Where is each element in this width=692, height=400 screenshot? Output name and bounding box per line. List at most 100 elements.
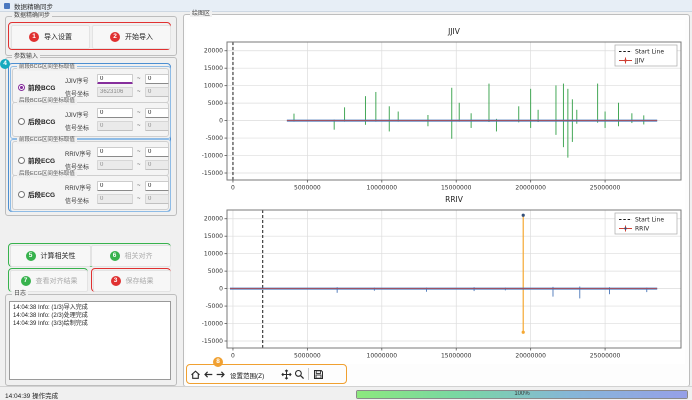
jjiv-index-start-input[interactable] bbox=[97, 74, 133, 84]
svg-text:Start Line: Start Line bbox=[635, 49, 664, 56]
rriv-index-end-input[interactable] bbox=[145, 181, 169, 191]
tilde: ~ bbox=[137, 162, 141, 168]
save-result-label: 保存结果 bbox=[126, 276, 154, 286]
svg-text:-10000: -10000 bbox=[202, 321, 223, 328]
signal-coord-start-input bbox=[97, 87, 133, 97]
svg-text:JJIV: JJIV bbox=[447, 27, 461, 36]
section-title: 前段BCG区间坐标取值 bbox=[17, 65, 77, 71]
radio-circle-icon bbox=[18, 191, 25, 198]
save-icon[interactable] bbox=[312, 368, 324, 380]
section-title: 后段BCG区间坐标取值 bbox=[17, 99, 77, 105]
svg-text:10000: 10000 bbox=[204, 83, 223, 90]
rriv-chart: RRIV050000001000000015000000200000002500… bbox=[186, 192, 685, 362]
section-title: 前段ECG区间坐标取值 bbox=[17, 138, 77, 144]
radio-circle-icon bbox=[18, 84, 25, 91]
field-label: RRIV序号 bbox=[65, 149, 97, 158]
correlation-align-button[interactable]: 6 相关对齐 bbox=[91, 245, 171, 267]
svg-text:0: 0 bbox=[219, 118, 223, 125]
section-title: 后段ECG区间坐标取值 bbox=[17, 172, 77, 178]
status-text: 14:04:39 操作完成 bbox=[5, 390, 58, 400]
svg-text:5000000: 5000000 bbox=[294, 185, 321, 191]
status-bar: 14:04:39 操作完成 100% bbox=[0, 386, 692, 400]
step-badge-5: 5 bbox=[26, 251, 36, 261]
svg-text:-5000: -5000 bbox=[206, 303, 224, 310]
svg-text:0: 0 bbox=[231, 185, 235, 191]
tilde: ~ bbox=[137, 183, 141, 189]
compute-correlation-label: 计算相关性 bbox=[41, 251, 76, 261]
step-badge-2: 2 bbox=[110, 32, 120, 42]
compute-correlation-button[interactable]: 5 计算相关性 bbox=[10, 245, 91, 267]
progress-percent: 100% bbox=[357, 391, 687, 397]
window-title: 数据精确同步 bbox=[14, 1, 53, 11]
svg-text:15000000: 15000000 bbox=[441, 185, 472, 191]
radio-label: 前段ECG bbox=[28, 155, 55, 165]
signal-coord-end-input bbox=[145, 194, 169, 204]
step-badge-1: 1 bbox=[29, 32, 39, 42]
progress-bar: 100% bbox=[356, 390, 688, 399]
radio-circle-icon bbox=[18, 118, 25, 125]
svg-text:JJIV: JJIV bbox=[634, 58, 645, 65]
svg-text:RRIV: RRIV bbox=[445, 195, 464, 204]
signal-coord-start-input bbox=[97, 194, 133, 204]
rriv-index-start-input[interactable] bbox=[97, 181, 133, 191]
forward-icon[interactable] bbox=[214, 368, 226, 380]
rriv-index-start-input[interactable] bbox=[97, 147, 133, 157]
svg-text:-15000: -15000 bbox=[202, 170, 223, 177]
home-icon[interactable] bbox=[189, 368, 201, 380]
svg-text:0: 0 bbox=[231, 353, 235, 360]
signal-coord-start-input bbox=[97, 121, 133, 131]
svg-text:0: 0 bbox=[219, 286, 223, 293]
radio-rear-bcg[interactable]: 后段BCG bbox=[18, 116, 55, 126]
field-label: 信号坐标 bbox=[65, 89, 97, 98]
rriv-index-end-input[interactable] bbox=[145, 147, 169, 157]
svg-text:25000000: 25000000 bbox=[590, 185, 621, 191]
section-rear-bcg: 后段BCG区间坐标取值 后段BCG JJIV序号 ~ 信号坐标 ~ bbox=[12, 102, 169, 137]
radio-rear-ecg[interactable]: 后段ECG bbox=[18, 189, 55, 199]
svg-text:RRIV: RRIV bbox=[635, 226, 650, 233]
app-icon bbox=[4, 3, 10, 9]
field-label: RRIV序号 bbox=[65, 183, 97, 192]
start-import-button[interactable]: 2 开始导入 bbox=[92, 25, 171, 49]
svg-text:-5000: -5000 bbox=[206, 135, 224, 142]
svg-text:-15000: -15000 bbox=[202, 338, 223, 345]
set-range-button[interactable]: 设置范围(Z) bbox=[230, 370, 264, 380]
field-label: 信号坐标 bbox=[65, 162, 97, 171]
jjiv-index-start-input[interactable] bbox=[97, 108, 133, 118]
import-settings-label: 导入设置 bbox=[44, 32, 72, 42]
params-group-title: 参数输入 bbox=[12, 54, 40, 60]
radio-label: 后段ECG bbox=[28, 189, 55, 199]
svg-text:10000000: 10000000 bbox=[367, 353, 398, 360]
radio-front-ecg[interactable]: 前段ECG bbox=[18, 155, 55, 165]
view-align-result-label: 查看对齐结果 bbox=[36, 276, 78, 286]
pan-icon[interactable] bbox=[280, 368, 292, 380]
field-label: JJIV序号 bbox=[65, 76, 97, 85]
title-bar: 数据精确同步 bbox=[0, 0, 692, 12]
jjiv-index-end-input[interactable] bbox=[145, 74, 169, 84]
svg-text:15000000: 15000000 bbox=[441, 353, 472, 360]
toolbar-separator bbox=[308, 368, 309, 380]
log-group-title: 日志 bbox=[12, 291, 28, 297]
log-textarea[interactable]: 14:04:38 Info: (1/3)导入完成 14:04:38 Info: … bbox=[9, 301, 171, 380]
svg-text:5000: 5000 bbox=[208, 268, 223, 275]
back-icon[interactable] bbox=[202, 368, 214, 380]
view-align-result-button[interactable]: 7 查看对齐结果 bbox=[10, 270, 88, 292]
radio-front-bcg[interactable]: 前段BCG bbox=[18, 82, 55, 92]
zoom-icon[interactable] bbox=[293, 368, 305, 380]
field-label: 信号坐标 bbox=[65, 123, 97, 132]
svg-text:25000000: 25000000 bbox=[590, 353, 621, 360]
step-badge-6: 6 bbox=[110, 251, 120, 261]
radio-circle-icon bbox=[18, 157, 25, 164]
tilde: ~ bbox=[137, 110, 141, 116]
svg-text:20000: 20000 bbox=[204, 48, 223, 55]
log-line: 14:04:38 Info: (2/3)处理完成 bbox=[13, 312, 170, 320]
log-line: 14:04:39 Info: (3/3)绘制完成 bbox=[13, 320, 170, 328]
save-result-button[interactable]: 3 保存结果 bbox=[93, 270, 171, 292]
field-label: 信号坐标 bbox=[65, 196, 97, 205]
tilde: ~ bbox=[137, 89, 141, 95]
step-badge-8: 8 bbox=[213, 357, 223, 367]
step-badge-7: 7 bbox=[21, 276, 31, 286]
import-settings-button[interactable]: 1 导入设置 bbox=[11, 25, 90, 49]
signal-coord-end-input bbox=[145, 160, 169, 170]
step-badge-3: 3 bbox=[111, 276, 121, 286]
jjiv-index-end-input[interactable] bbox=[145, 108, 169, 118]
